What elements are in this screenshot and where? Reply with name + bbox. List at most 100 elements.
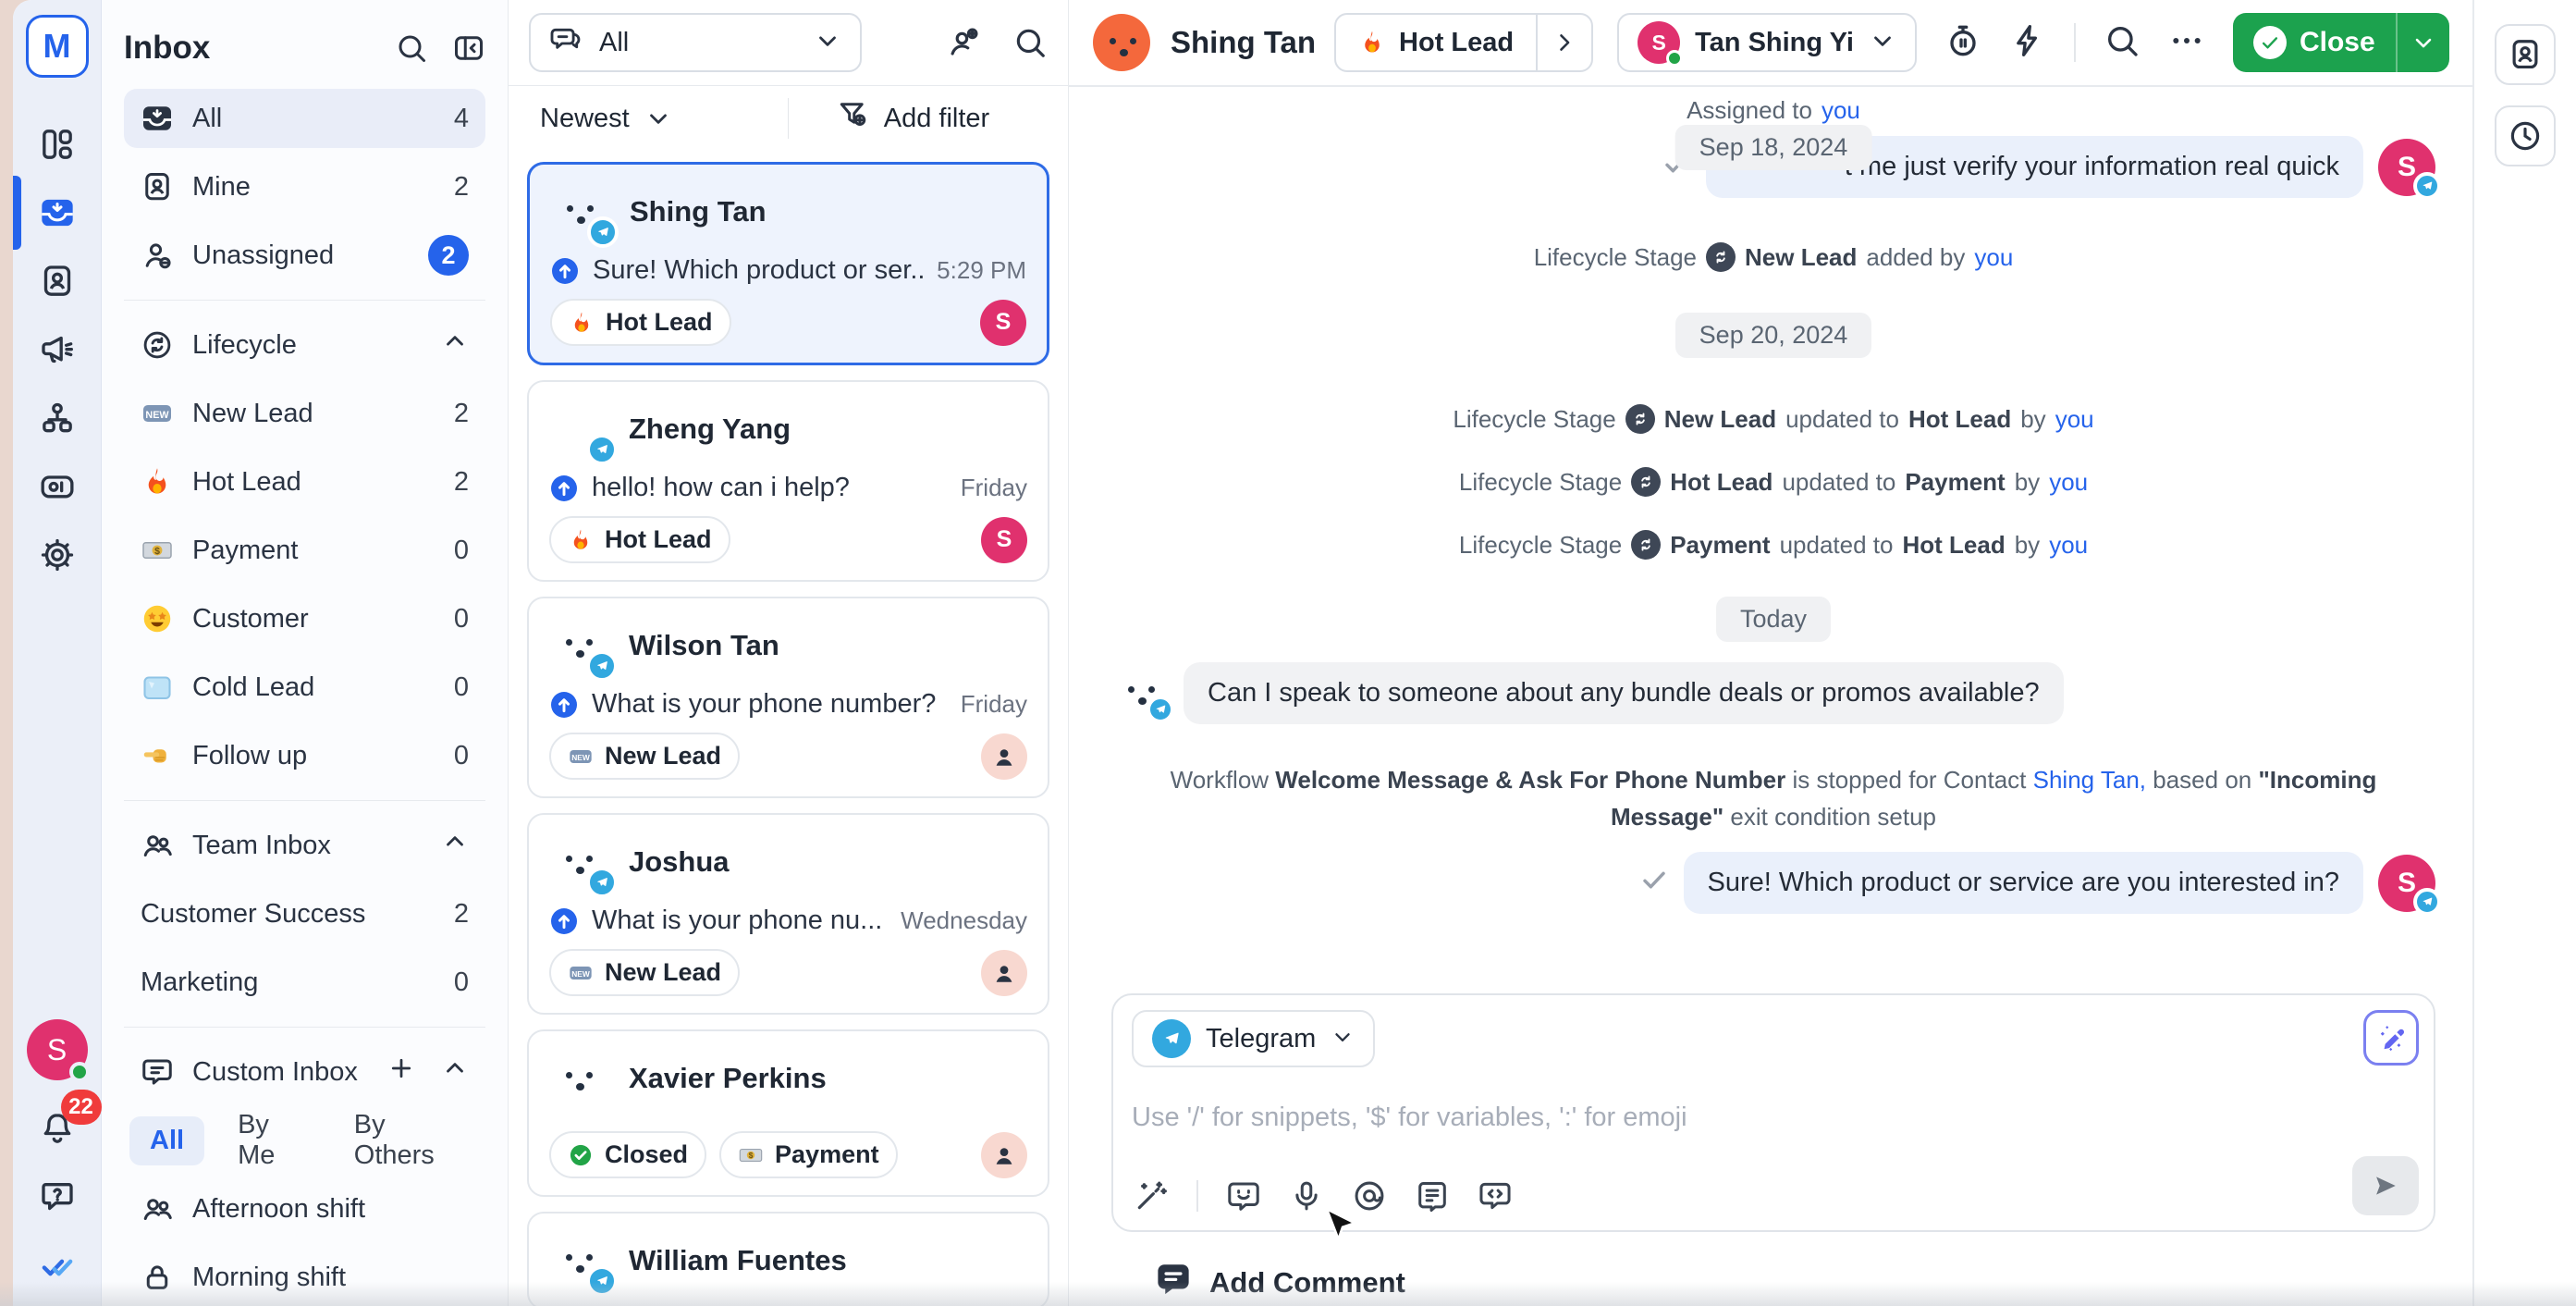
snippet-icon[interactable] — [1415, 1178, 1450, 1214]
conversation-card-joshua[interactable]: Joshua What is your phone nu... Wednesda… — [527, 813, 1049, 1015]
tag-payment[interactable]: Payment — [719, 1131, 898, 1178]
notifications-button[interactable]: 22 — [33, 1104, 81, 1152]
assignee-dropdown[interactable]: S Tan Shing Yi — [1617, 13, 1917, 72]
close-options-button[interactable] — [2398, 13, 2449, 72]
sidebar-item-all[interactable]: All 4 — [124, 89, 485, 148]
canned-response-icon[interactable] — [1478, 1178, 1513, 1214]
section-label: Lifecycle — [192, 330, 441, 361]
tag-new-lead[interactable]: New Lead — [549, 733, 740, 780]
message-composer[interactable]: Telegram Use '/' for snippets, '$' for v… — [1111, 993, 2435, 1232]
lifecycle-event: Lifecycle Stage New Leadupdated toHot Le… — [1111, 404, 2435, 434]
tag-hot-lead[interactable]: Hot Lead — [550, 299, 731, 346]
nav-inbox-button[interactable] — [33, 189, 81, 237]
collapse-panel-icon[interactable] — [452, 31, 485, 65]
conversation-card-xavier-perkins[interactable]: Xavier Perkins Closed Payment — [527, 1029, 1049, 1197]
composer-input[interactable]: Use '/' for snippets, '$' for variables,… — [1132, 1103, 2415, 1133]
conversation-card-shing-tan[interactable]: Shing Tan Sure! Which product or ser... … — [527, 162, 1049, 365]
nav-contacts-button[interactable] — [33, 257, 81, 305]
nav-broadcast-button[interactable] — [33, 326, 81, 374]
message-bubble[interactable]: Can I speak to someone about any bundle … — [1184, 662, 2064, 724]
sidebar-item-afternoon-shift[interactable]: Afternoon shift — [124, 1179, 485, 1238]
channel-filter-select[interactable]: All — [529, 13, 862, 72]
message-bubble[interactable]: Sure! Which product or service are you i… — [1684, 852, 2363, 914]
next-stage-button[interactable] — [1538, 15, 1591, 70]
conversation-card-william-fuentes[interactable]: William Fuentes — [527, 1212, 1049, 1306]
activity-history-button[interactable] — [2495, 105, 2556, 166]
ai-assist-button[interactable] — [2363, 1010, 2419, 1066]
sidebar-item-mine[interactable]: Mine 2 — [124, 157, 485, 216]
sort-dropdown[interactable]: Newest — [540, 104, 788, 134]
ai-wand-icon[interactable] — [1134, 1178, 1169, 1214]
sidebar-item-hot-lead[interactable]: Hot Lead 2 — [124, 452, 485, 511]
nav-workflows-button[interactable] — [33, 394, 81, 442]
assignee-link[interactable]: you — [1822, 96, 1860, 125]
tag-hot-lead[interactable]: Hot Lead — [549, 516, 730, 563]
help-button[interactable] — [33, 1173, 81, 1221]
search-conversations-icon[interactable] — [1012, 25, 1048, 60]
sidebar-item-unassigned[interactable]: Unassigned 2 — [124, 226, 485, 285]
sidebar-item-customer-success[interactable]: Customer Success 2 — [124, 884, 485, 943]
section-custom-inbox[interactable]: Custom Inbox — [124, 1042, 485, 1102]
nav-dashboard-button[interactable] — [33, 120, 81, 168]
add-custom-inbox-button[interactable] — [387, 1054, 415, 1090]
sidebar-item-label: Unassigned — [192, 240, 428, 271]
fire-emoji-icon — [569, 310, 595, 336]
sidebar-item-label: Hot Lead — [192, 467, 454, 498]
tab-by-others[interactable]: By Others — [334, 1101, 472, 1180]
sidebar-item-count: 2 — [454, 172, 469, 203]
message-preview: What is your phone number? — [592, 689, 948, 720]
sidebar-item-count: 2 — [454, 399, 469, 429]
workspace-logo[interactable]: M — [26, 15, 89, 78]
chevron-up-icon[interactable] — [441, 327, 469, 363]
add-filter-button[interactable]: Add filter — [788, 98, 1037, 139]
lightning-icon — [2009, 22, 2046, 59]
close-conversation-button[interactable]: Close — [2233, 13, 2449, 72]
add-contact-icon[interactable] — [946, 25, 981, 60]
contact-avatar[interactable] — [1093, 14, 1150, 71]
section-team-inbox[interactable]: Team Inbox — [124, 816, 485, 875]
dashboard-icon — [39, 126, 76, 163]
sidebar-item-new-lead[interactable]: New Lead 2 — [124, 384, 485, 443]
nav-settings-button[interactable] — [33, 531, 81, 579]
tab-all[interactable]: All — [129, 1116, 204, 1165]
message-time: Friday — [961, 474, 1027, 502]
sidebar-item-label: All — [192, 104, 454, 134]
contact-details-button[interactable] — [2495, 24, 2556, 85]
conversation-card-wilson-tan[interactable]: Wilson Tan What is your phone number? Fr… — [527, 597, 1049, 798]
lifecycle-stage-button[interactable]: Hot Lead — [1334, 13, 1593, 72]
tag-closed[interactable]: Closed — [549, 1131, 706, 1178]
assignee-link[interactable]: you — [1974, 243, 2013, 272]
chevron-up-icon[interactable] — [441, 1054, 469, 1090]
send-button[interactable] — [2352, 1156, 2419, 1215]
sidebar-item-payment[interactable]: Payment 0 — [124, 521, 485, 580]
conversation-card-zheng-yang[interactable]: Zheng Yang hello! how can i help? Friday… — [527, 380, 1049, 582]
more-options-button[interactable] — [2168, 22, 2205, 64]
assignee-link[interactable]: you — [2055, 405, 2094, 434]
sender-avatar: S — [2378, 855, 2435, 912]
snooze-button[interactable] — [1944, 22, 1981, 64]
section-label: Custom Inbox — [192, 1057, 387, 1088]
assignee-link[interactable]: you — [2049, 468, 2088, 497]
channel-selector[interactable]: Telegram — [1132, 1010, 1375, 1067]
contact-link[interactable]: Shing Tan, — [2033, 766, 2146, 794]
sidebar-item-customer[interactable]: Customer 0 — [124, 589, 485, 648]
sidebar-item-follow-up[interactable]: Follow up 0 — [124, 726, 485, 785]
chevron-down-icon — [2410, 30, 2436, 55]
brand-logo-button[interactable] — [33, 1241, 81, 1289]
tab-by-me[interactable]: By Me — [217, 1101, 321, 1180]
voice-note-icon[interactable] — [1289, 1178, 1324, 1214]
sidebar-item-cold-lead[interactable]: Cold Lead 0 — [124, 658, 485, 717]
tag-new-lead[interactable]: New Lead — [549, 949, 740, 996]
assignee-link[interactable]: you — [2049, 531, 2088, 560]
add-comment-button[interactable]: Add Comment — [1111, 1232, 2435, 1306]
shortcut-button[interactable] — [2009, 22, 2046, 64]
nav-reports-button[interactable] — [33, 462, 81, 511]
chevron-up-icon[interactable] — [441, 828, 469, 863]
user-avatar[interactable]: S — [27, 1019, 88, 1080]
section-lifecycle[interactable]: Lifecycle — [124, 315, 485, 375]
sidebar-item-marketing[interactable]: Marketing 0 — [124, 953, 485, 1012]
search-messages-button[interactable] — [2104, 22, 2141, 64]
search-icon[interactable] — [395, 31, 428, 65]
sidebar-item-morning-shift[interactable]: Morning shift — [124, 1248, 485, 1306]
emoji-icon[interactable] — [1226, 1178, 1261, 1214]
